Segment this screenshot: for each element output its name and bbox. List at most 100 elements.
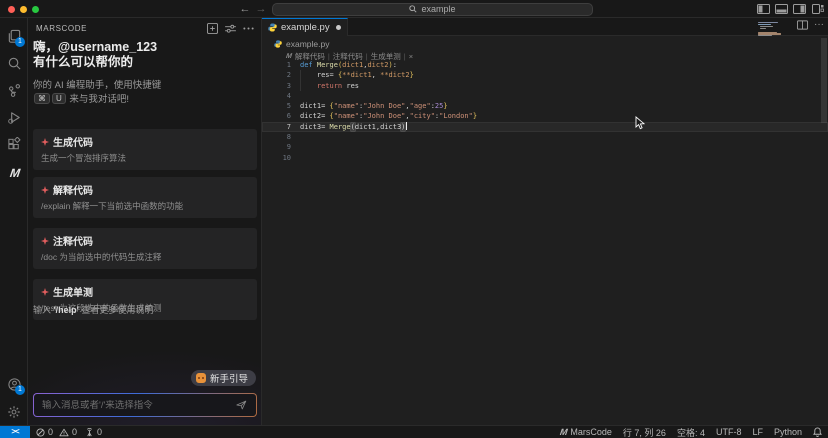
greeting-line2: 有什么可以帮你的	[33, 55, 134, 69]
sidebar-item-extensions[interactable]	[0, 131, 28, 158]
line-number: 9	[286, 143, 291, 152]
encoding[interactable]: UTF-8	[716, 427, 742, 437]
zoom-window-button[interactable]	[32, 5, 39, 13]
code-text: dict2= {"name":"John Doe","city":"London…	[300, 112, 478, 121]
card-title: 生成单测	[41, 284, 249, 299]
marscode-logo-icon: M	[559, 427, 569, 437]
tab-label: example.py	[281, 22, 330, 33]
sidebar-item-search[interactable]	[0, 50, 28, 77]
suggestion-cards: 生成代码 生成一个冒泡排序算法 解释代码/explain 解释一下当前选中函数的功能…	[33, 129, 257, 330]
code-line-8: 8	[262, 132, 828, 142]
radio-tower-icon	[86, 427, 93, 436]
language-mode[interactable]: Python	[774, 427, 802, 437]
indent-guide	[300, 70, 301, 91]
onboarding-button[interactable]: 新手引导	[190, 370, 256, 386]
line-number: 10	[282, 153, 291, 162]
navigate-back-button[interactable]: ←	[238, 1, 252, 18]
toggle-secondary-sidebar-icon[interactable]	[793, 3, 806, 14]
marscode-status-label: MarsCode	[570, 427, 612, 437]
card-title: 生成代码	[41, 134, 249, 149]
code-line-10: 10	[262, 153, 828, 163]
toggle-primary-sidebar-icon[interactable]	[757, 3, 770, 14]
line-number: 5	[286, 102, 291, 111]
hint-prefix: 输入	[33, 305, 54, 315]
extensions-icon	[7, 137, 21, 150]
hint-suffix: 查看更多使用说明	[78, 305, 154, 315]
panel-title: MARSCODE	[36, 24, 88, 33]
minimap-line	[758, 35, 772, 37]
chat-input-container	[33, 393, 257, 417]
history-settings-icon[interactable]	[223, 21, 237, 35]
settings-button[interactable]	[0, 398, 28, 425]
breadcrumb[interactable]: example.py	[274, 39, 329, 49]
sparkle-icon	[41, 236, 49, 245]
accounts-button[interactable]: 1	[0, 371, 28, 398]
status-bar: >< 0 0 0 M MarsCode 行 7, 列 26 空格: 4 UTF-…	[0, 425, 828, 438]
sparkle-icon	[41, 287, 49, 296]
new-chat-icon[interactable]	[205, 21, 219, 35]
code-line-5: 5 dict1= {"name":"John Doe","age":25}	[262, 101, 828, 111]
eol-sequence[interactable]: LF	[752, 427, 763, 437]
tab-example-py[interactable]: example.py	[262, 18, 348, 36]
cursor-position[interactable]: 行 7, 列 26	[623, 426, 666, 438]
sidebar-item-source-control[interactable]	[0, 77, 28, 104]
line-number: 2	[286, 71, 291, 80]
help-hint: 输入 '/help' 查看更多使用说明	[33, 303, 153, 316]
warning-icon	[59, 428, 69, 436]
cmd-keycap: ⌘	[34, 93, 50, 104]
ports-indicator[interactable]: 0	[85, 427, 102, 437]
sidebar-item-explorer[interactable]: 1	[0, 23, 28, 50]
line-number: 3	[286, 81, 291, 90]
marscode-logo-icon: M	[285, 53, 293, 60]
mascot-icon	[195, 373, 206, 383]
sparkle-icon	[41, 137, 49, 146]
subtitle-line2: ⌘ U 来与我对话吧!	[33, 93, 161, 107]
modified-dot-icon[interactable]	[335, 25, 341, 30]
editor-scrollbar[interactable]	[821, 38, 827, 123]
title-bar: ← → example	[0, 0, 828, 18]
mouse-pointer	[635, 116, 645, 130]
customize-layout-icon[interactable]	[811, 3, 824, 14]
error-icon	[36, 427, 45, 437]
remote-indicator[interactable]: ><	[0, 426, 30, 438]
code-text: def Merge(dict1,dict2):	[300, 61, 397, 69]
toggle-panel-icon[interactable]	[775, 3, 788, 14]
navigate-forward-button[interactable]: →	[254, 1, 268, 18]
explorer-badge: 1	[15, 37, 25, 47]
chat-input[interactable]	[34, 399, 236, 411]
tab-strip: example.py ···	[262, 18, 828, 36]
greeting-heading: 嗨，@username_123 有什么可以帮你的	[33, 40, 157, 70]
suggestion-card-1[interactable]: 生成代码 生成一个冒泡排序算法	[33, 129, 257, 170]
marscode-status-item[interactable]: M MarsCode	[559, 427, 612, 437]
card-title: 解释代码	[41, 182, 249, 197]
card-title: 注释代码	[41, 233, 249, 248]
code-line-6: 6 dict2= {"name":"John Doe","city":"Londo…	[262, 111, 828, 121]
send-icon[interactable]	[236, 400, 256, 410]
indentation[interactable]: 空格: 4	[677, 426, 705, 438]
suggestion-card-3[interactable]: 注释代码/doc 为当前选中的代码生成注释	[33, 228, 257, 269]
more-actions-icon[interactable]	[241, 21, 255, 35]
gear-icon	[8, 405, 20, 418]
editor-more-actions-icon[interactable]: ···	[814, 20, 824, 30]
code-line-3: 3 return res	[262, 81, 828, 91]
sidebar-item-marscode[interactable]: M	[0, 159, 28, 186]
notifications-bell[interactable]	[813, 427, 822, 437]
code-editor[interactable]: 1 def Merge(dict1,dict2): 2 res= {**dict1,…	[262, 60, 828, 163]
command-center-search[interactable]: example	[272, 2, 593, 16]
python-file-icon	[268, 23, 277, 32]
suggestion-card-2[interactable]: 解释代码/explain 解释一下当前选中函数的功能	[33, 177, 257, 218]
problems-indicator[interactable]: 0 0	[36, 427, 77, 437]
minimap[interactable]	[754, 18, 796, 148]
code-line-9: 9	[262, 142, 828, 152]
code-line-7: 7 dict3= Merge(dict1,dict3)	[262, 121, 828, 133]
minimize-window-button[interactable]	[20, 5, 27, 13]
search-icon	[409, 5, 418, 13]
python-file-icon	[274, 40, 282, 48]
breadcrumb-file[interactable]: example.py	[286, 39, 329, 49]
search-icon	[8, 57, 21, 70]
split-editor-icon[interactable]	[797, 20, 808, 30]
sidebar-item-run-debug[interactable]	[0, 104, 28, 131]
line-number: 6	[286, 112, 291, 121]
subtitle-line1: 你的 AI 编程助手，使用快捷键	[33, 80, 162, 91]
close-window-button[interactable]	[8, 5, 15, 13]
